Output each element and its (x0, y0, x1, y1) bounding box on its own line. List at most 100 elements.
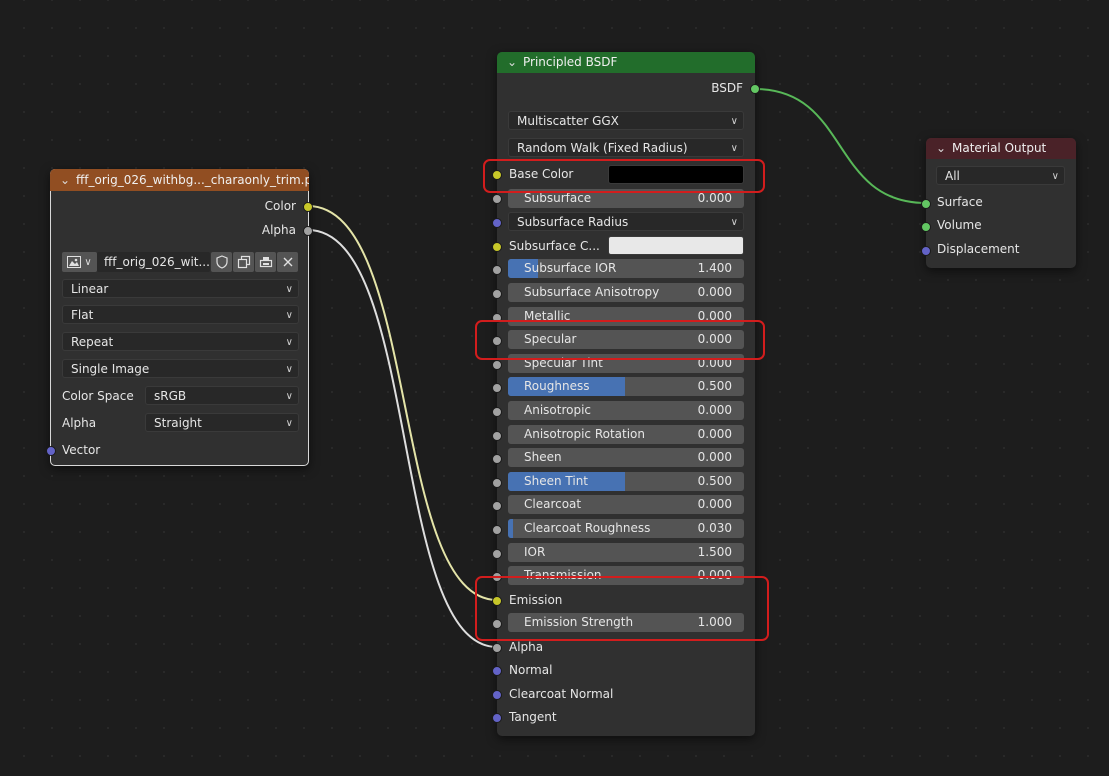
subsurface-ior-field[interactable]: Subsurface IOR 1.400 (508, 259, 744, 278)
anisotropic-field[interactable]: Anisotropic 0.000 (508, 401, 744, 420)
output-color-label: Color (264, 199, 296, 213)
input-alpha-socket[interactable] (492, 643, 502, 653)
output-bsdf-socket[interactable] (750, 84, 760, 94)
field-value: 1.400 (697, 261, 732, 275)
field-fill (508, 519, 513, 538)
image-node-title: fff_orig_026_withbg..._charaonly_trim.pn… (76, 173, 309, 187)
render-target-dropdown[interactable]: All ∨ (936, 166, 1065, 185)
close-icon (283, 257, 292, 267)
material-output-node[interactable]: ⌄ Material Output All ∨ Surface Volume Dis… (921, 138, 1076, 268)
subsurface-radius-dropdown[interactable]: Subsurface Radius ∨ (508, 212, 744, 231)
image-name-text: fff_orig_026_wit... (104, 255, 210, 269)
color-space-value: sRGB (154, 389, 187, 403)
field-label: Sheen Tint (524, 474, 589, 488)
input-displacement-socket[interactable] (921, 246, 931, 256)
input-subsurface-color-socket[interactable] (492, 242, 502, 252)
output-bsdf-label: BSDF (711, 81, 743, 95)
extension-dropdown[interactable]: Repeat ∨ (62, 332, 299, 351)
color-space-dropdown[interactable]: sRGB ∨ (145, 386, 299, 405)
input-vector-label: Vector (62, 443, 101, 457)
input-sheen-tint-socket[interactable] (492, 478, 502, 488)
alpha-mode-dropdown[interactable]: Straight ∨ (145, 413, 299, 432)
link-color-to-emission (307, 205, 498, 601)
field-value: 0.000 (697, 403, 732, 417)
input-vector-socket[interactable] (46, 446, 56, 456)
volume-input-label: Volume (937, 218, 982, 232)
fake-user-button[interactable] (211, 252, 232, 272)
alpha-mode-value: Straight (154, 416, 202, 430)
clearcoat-roughness-field[interactable]: Clearcoat Roughness 0.030 (508, 519, 744, 538)
pack-button[interactable] (255, 252, 276, 272)
subsurface-color-swatch[interactable] (608, 236, 744, 255)
projection-dropdown[interactable]: Flat ∨ (62, 305, 299, 324)
surface-input-label: Surface (937, 195, 983, 209)
subsurface-color-label: Subsurface C... (509, 239, 600, 253)
alpha-mode-label: Alpha (62, 416, 97, 430)
sheen-field[interactable]: Sheen 0.000 (508, 448, 744, 467)
pack-icon (259, 257, 272, 268)
input-volume-socket[interactable] (921, 222, 931, 232)
field-label: Clearcoat (524, 497, 582, 511)
input-subsurface-anisotropy-socket[interactable] (492, 289, 502, 299)
output-node-header[interactable]: ⌄ Material Output (926, 138, 1076, 159)
sheen-tint-field[interactable]: Sheen Tint 0.500 (508, 472, 744, 491)
image-node-header[interactable]: ⌄ fff_orig_026_withbg..._charaonly_trim.p… (50, 169, 309, 191)
input-clearcoat-roughness-socket[interactable] (492, 525, 502, 535)
chevron-down-icon: ∨ (1051, 171, 1059, 182)
field-value: 0.000 (697, 285, 732, 299)
distribution-dropdown[interactable]: Multiscatter GGX ∨ (508, 111, 744, 130)
image-icon (67, 256, 82, 268)
input-sheen-socket[interactable] (492, 454, 502, 464)
input-ior-socket[interactable] (492, 549, 502, 559)
source-dropdown[interactable]: Single Image ∨ (62, 359, 299, 378)
image-name-field[interactable]: fff_orig_026_wit... (97, 252, 210, 272)
collapse-chevron-icon[interactable]: ⌄ (60, 169, 72, 191)
image-texture-node[interactable]: ⌄ fff_orig_026_withbg..._charaonly_trim.p… (46, 169, 313, 466)
chevron-down-icon: ∨ (730, 116, 738, 127)
link-alpha-to-alpha (307, 229, 498, 648)
input-subsurface-radius-socket[interactable] (492, 218, 502, 228)
interpolation-dropdown[interactable]: Linear ∨ (62, 279, 299, 298)
render-target-value: All (945, 169, 960, 183)
duplicate-button[interactable] (233, 252, 254, 272)
ior-field[interactable]: IOR 1.500 (508, 543, 744, 562)
field-value: 0.030 (697, 521, 732, 535)
anisotropic-rotation-field[interactable]: Anisotropic Rotation 0.000 (508, 425, 744, 444)
field-label: Anisotropic Rotation (524, 427, 646, 441)
input-anisotropic-socket[interactable] (492, 407, 502, 417)
chevron-down-icon: ∨ (285, 337, 293, 348)
chevron-down-icon: ∨ (730, 217, 738, 228)
field-label: Subsurface Anisotropy (524, 285, 660, 299)
unlink-image-button[interactable] (277, 252, 298, 272)
chevron-down-icon: ∨ (285, 418, 293, 429)
subsurface-method-dropdown[interactable]: Random Walk (Fixed Radius) ∨ (508, 138, 744, 157)
input-anisotropic-rotation-socket[interactable] (492, 431, 502, 441)
input-roughness-socket[interactable] (492, 383, 502, 393)
source-value: Single Image (71, 362, 150, 376)
input-subsurface-socket[interactable] (492, 194, 502, 204)
clearcoat-field[interactable]: Clearcoat 0.000 (508, 495, 744, 514)
input-tangent-socket[interactable] (492, 713, 502, 723)
collapse-chevron-icon[interactable]: ⌄ (507, 52, 519, 73)
input-subsurface-ior-socket[interactable] (492, 265, 502, 275)
roughness-field[interactable]: Roughness 0.500 (508, 377, 744, 396)
input-clearcoat-normal-socket[interactable] (492, 690, 502, 700)
input-surface-socket[interactable] (921, 199, 931, 209)
input-clearcoat-socket[interactable] (492, 501, 502, 511)
subsurface-anisotropy-field[interactable]: Subsurface Anisotropy 0.000 (508, 283, 744, 302)
output-alpha-socket[interactable] (303, 226, 313, 236)
collapse-chevron-icon[interactable]: ⌄ (936, 138, 948, 159)
highlight-base-color (483, 159, 765, 193)
field-value: 1.500 (697, 545, 732, 559)
output-color-socket[interactable] (303, 202, 313, 212)
input-specular-tint-socket[interactable] (492, 360, 502, 370)
image-browse-button[interactable]: ∨ (62, 252, 97, 272)
chevron-down-icon: ∨ (84, 256, 92, 268)
input-normal-socket[interactable] (492, 666, 502, 676)
field-value: 0.500 (697, 474, 732, 488)
color-space-label: Color Space (62, 389, 134, 403)
field-label: Subsurface IOR (524, 261, 617, 275)
bsdf-node-header[interactable]: ⌄ Principled BSDF (497, 52, 755, 73)
field-value: 0.000 (697, 450, 732, 464)
field-label: IOR (524, 545, 546, 559)
